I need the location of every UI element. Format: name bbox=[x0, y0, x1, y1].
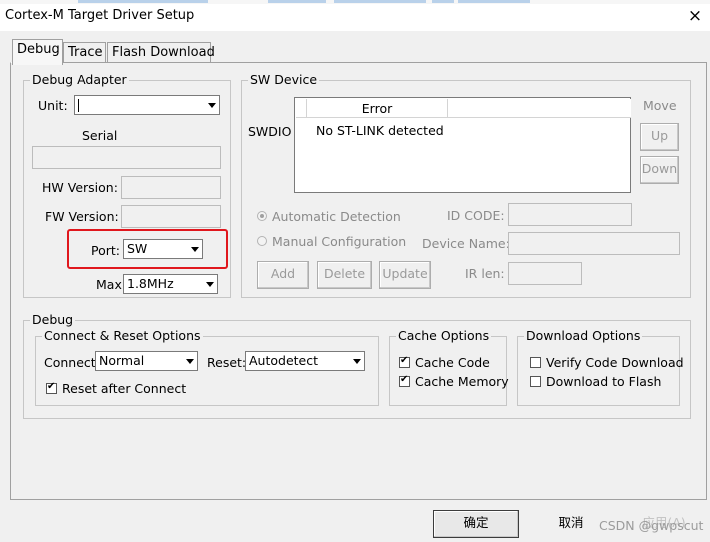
list-item[interactable]: No ST-LINK detected bbox=[316, 123, 444, 138]
reset-after-connect-label: Reset after Connect bbox=[62, 381, 187, 396]
id-code-field bbox=[508, 203, 632, 226]
download-options-legend: Download Options bbox=[526, 328, 641, 343]
strip-segment bbox=[432, 0, 454, 3]
chevron-down-icon[interactable] bbox=[204, 96, 219, 114]
hw-version-label: HW Version: bbox=[42, 180, 118, 195]
column-header-error[interactable]: Error bbox=[306, 99, 448, 118]
move-down-button[interactable]: Down bbox=[640, 156, 679, 184]
connect-select[interactable]: Normal bbox=[95, 351, 198, 371]
cache-options-legend: Cache Options bbox=[398, 328, 490, 343]
close-icon[interactable]: × bbox=[685, 6, 705, 26]
strip-segment bbox=[334, 0, 426, 3]
fw-version-field bbox=[121, 205, 221, 228]
list-header: Error bbox=[296, 99, 631, 118]
serial-label: Serial bbox=[82, 128, 118, 143]
reset-value: Autodetect bbox=[249, 353, 319, 368]
cache-memory-label: Cache Memory bbox=[415, 374, 509, 389]
automatic-detection-radio[interactable] bbox=[257, 211, 267, 221]
sw-device-list[interactable]: Error No ST-LINK detected bbox=[294, 97, 631, 193]
sw-device-legend: SW Device bbox=[250, 72, 318, 87]
ok-button[interactable]: 确定 bbox=[433, 510, 519, 538]
move-label: Move bbox=[643, 98, 677, 113]
ir-len-field bbox=[508, 262, 582, 285]
unit-label: Unit: bbox=[38, 98, 68, 113]
reset-after-connect-checkbox[interactable] bbox=[46, 381, 57, 394]
connect-label: Connect: bbox=[44, 355, 100, 370]
chevron-down-icon[interactable] bbox=[202, 275, 217, 293]
ir-len-label: IR len: bbox=[465, 266, 505, 281]
reset-select[interactable]: Autodetect bbox=[245, 351, 365, 371]
tab-divider bbox=[63, 62, 707, 63]
strip-segment bbox=[78, 0, 208, 3]
add-button[interactable]: Add bbox=[257, 261, 309, 289]
max-clock-value: 1.8MHz bbox=[127, 276, 174, 291]
verify-code-download-checkbox[interactable] bbox=[530, 357, 541, 368]
max-clock-select[interactable]: 1.8MHz bbox=[123, 274, 218, 294]
reset-label: Reset: bbox=[207, 355, 247, 370]
serial-field bbox=[32, 146, 221, 169]
unit-select[interactable] bbox=[74, 95, 220, 115]
fw-version-label: FW Version: bbox=[45, 209, 119, 224]
top-strip bbox=[0, 0, 710, 4]
verify-code-download-label: Verify Code Download bbox=[546, 355, 684, 370]
move-up-button[interactable]: Up bbox=[640, 123, 679, 151]
delete-button[interactable]: Delete bbox=[317, 261, 372, 289]
strip-segment bbox=[268, 0, 326, 3]
strip-segment bbox=[458, 0, 530, 3]
chevron-down-icon[interactable] bbox=[349, 352, 364, 370]
device-name-field bbox=[508, 232, 680, 255]
manual-configuration-radio[interactable] bbox=[257, 236, 267, 246]
connect-value: Normal bbox=[99, 353, 145, 368]
download-to-flash-label: Download to Flash bbox=[546, 374, 662, 389]
swdio-label: SWDIO bbox=[248, 124, 292, 139]
max-label: Max bbox=[96, 277, 122, 292]
chevron-down-icon[interactable] bbox=[182, 352, 197, 370]
cache-code-checkbox[interactable] bbox=[399, 355, 410, 368]
connect-reset-legend: Connect & Reset Options bbox=[44, 328, 201, 343]
automatic-detection-label: Automatic Detection bbox=[272, 209, 401, 224]
window-title: Cortex-M Target Driver Setup bbox=[5, 8, 195, 23]
download-to-flash-checkbox[interactable] bbox=[530, 376, 541, 387]
port-highlight-box bbox=[67, 229, 228, 269]
watermark: CSDN @gwpscut bbox=[599, 518, 704, 533]
cache-memory-checkbox[interactable] bbox=[399, 374, 410, 387]
device-name-label: Device Name: bbox=[422, 236, 510, 251]
debug-legend: Debug bbox=[32, 312, 74, 327]
id-code-label: ID CODE: bbox=[447, 208, 505, 223]
tab-debug[interactable]: Debug bbox=[12, 39, 63, 65]
debug-adapter-legend: Debug Adapter bbox=[32, 72, 127, 87]
cache-code-label: Cache Code bbox=[415, 355, 490, 370]
hw-version-field bbox=[121, 176, 221, 199]
text-cursor bbox=[78, 99, 79, 112]
manual-configuration-label: Manual Configuration bbox=[272, 234, 407, 249]
update-button[interactable]: Update bbox=[379, 261, 431, 289]
